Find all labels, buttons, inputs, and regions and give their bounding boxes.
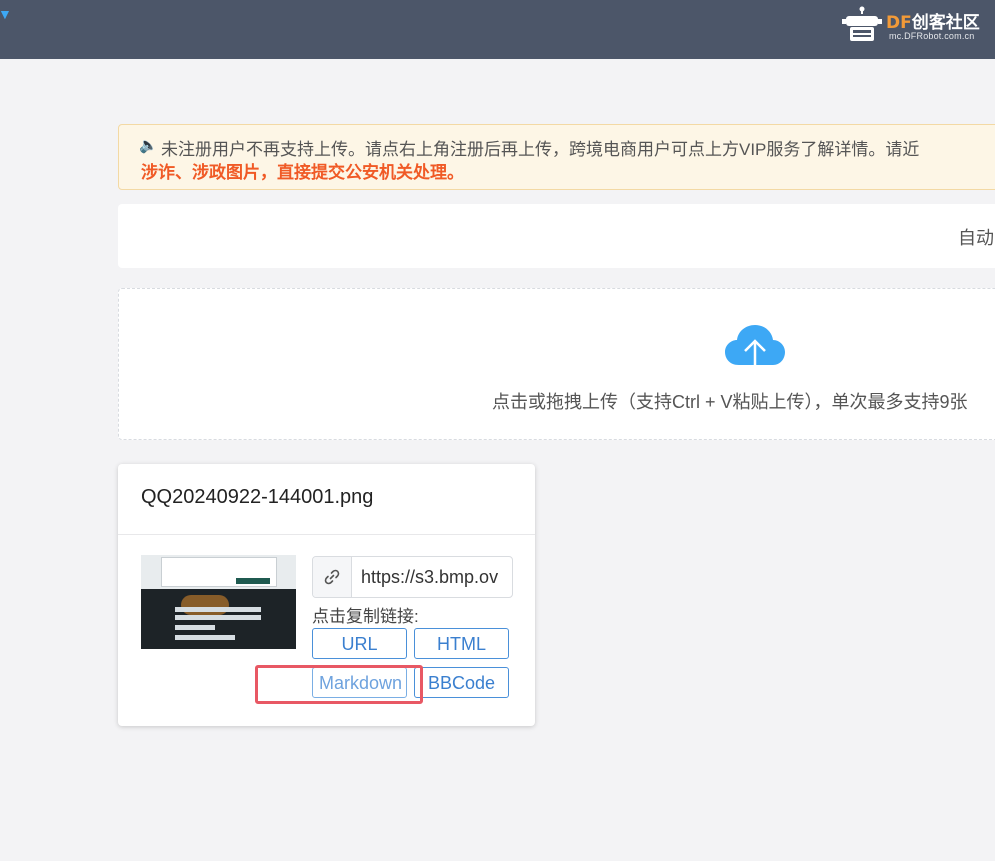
file-name: QQ20240922-144001.png: [141, 486, 374, 508]
options-panel: 自动: [118, 204, 995, 268]
url-value: https://s3.bmp.ov: [361, 567, 499, 587]
top-navbar: ▼ DF创客社区 mc.DFRobot.com.cn: [0, 0, 995, 59]
robot-logo-icon: [842, 6, 882, 41]
logo-title: DF创客社区: [886, 13, 980, 33]
copy-html-button[interactable]: HTML: [414, 628, 509, 659]
copy-link-button[interactable]: [313, 557, 352, 597]
logo-domain: mc.DFRobot.com.cn: [889, 31, 975, 41]
dfrobot-logo[interactable]: DF创客社区 mc.DFRobot.com.cn: [842, 6, 992, 46]
copy-link-label: 点击复制链接:: [312, 607, 419, 626]
cloud-upload-icon: [725, 325, 785, 373]
speaker-icon: 🔈: [139, 137, 158, 154]
notice-line1: 未注册用户不再支持上传。请点右上角注册后再上传，跨境电商用户可点上方VIP服务了…: [161, 140, 920, 159]
auto-option-label[interactable]: 自动: [958, 224, 994, 250]
upload-hint: 点击或拖拽上传（支持Ctrl + V粘贴上传），单次最多支持9张: [492, 392, 968, 412]
link-icon: [324, 569, 340, 585]
copy-url-button[interactable]: URL: [312, 628, 407, 659]
uploaded-file-card: QQ20240922-144001.png https://s3.bmp.ov …: [118, 464, 535, 726]
copy-bbcode-button[interactable]: BBCode: [414, 667, 509, 698]
markdown-highlight-box: [255, 665, 423, 704]
notice-banner: 🔈 未注册用户不再支持上传。请点右上角注册后再上传，跨境电商用户可点上方VIP服…: [118, 124, 995, 190]
upload-dropzone[interactable]: 点击或拖拽上传（支持Ctrl + V粘贴上传），单次最多支持9张: [118, 288, 995, 440]
image-url-field[interactable]: https://s3.bmp.ov: [312, 556, 513, 598]
menu-edge-icon[interactable]: ▼: [0, 6, 12, 22]
card-divider: [118, 534, 535, 535]
image-thumbnail[interactable]: [141, 555, 296, 649]
notice-line2: 涉诈、涉政图片，直接提交公安机关处理。: [141, 163, 464, 182]
